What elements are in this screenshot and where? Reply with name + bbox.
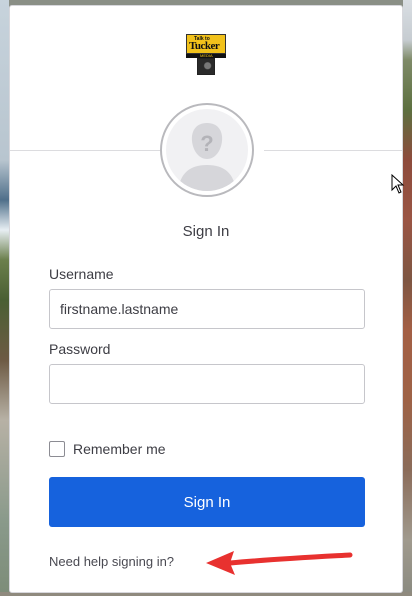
avatar: ? [160,103,254,197]
sign-in-button[interactable]: Sign In [49,477,365,527]
logo-text-line2: Tucker [189,40,220,52]
remember-me-label[interactable]: Remember me [73,441,166,457]
sign-in-heading: Sign In [182,223,230,240]
brand-logo: Talk to Tucker MEDIA [186,34,226,75]
remember-me-checkbox[interactable] [49,441,65,457]
mouse-cursor-icon [391,174,405,194]
background-right-strip [403,0,412,596]
divider-right [264,150,402,151]
username-label: Username [49,266,114,282]
background-left-strip [0,0,9,596]
logo-banner: Talk to Tucker [186,34,226,54]
remember-me-row[interactable]: Remember me [49,441,166,457]
logo-photo [197,58,215,75]
avatar-placeholder-icon: ? [166,109,248,191]
password-input[interactable] [49,364,365,404]
username-input[interactable] [49,289,365,329]
annotation-arrow-icon [206,551,353,575]
password-label: Password [49,341,111,357]
svg-text:?: ? [200,131,213,156]
help-signing-in-link[interactable]: Need help signing in? [49,554,174,569]
divider-left [10,150,160,151]
